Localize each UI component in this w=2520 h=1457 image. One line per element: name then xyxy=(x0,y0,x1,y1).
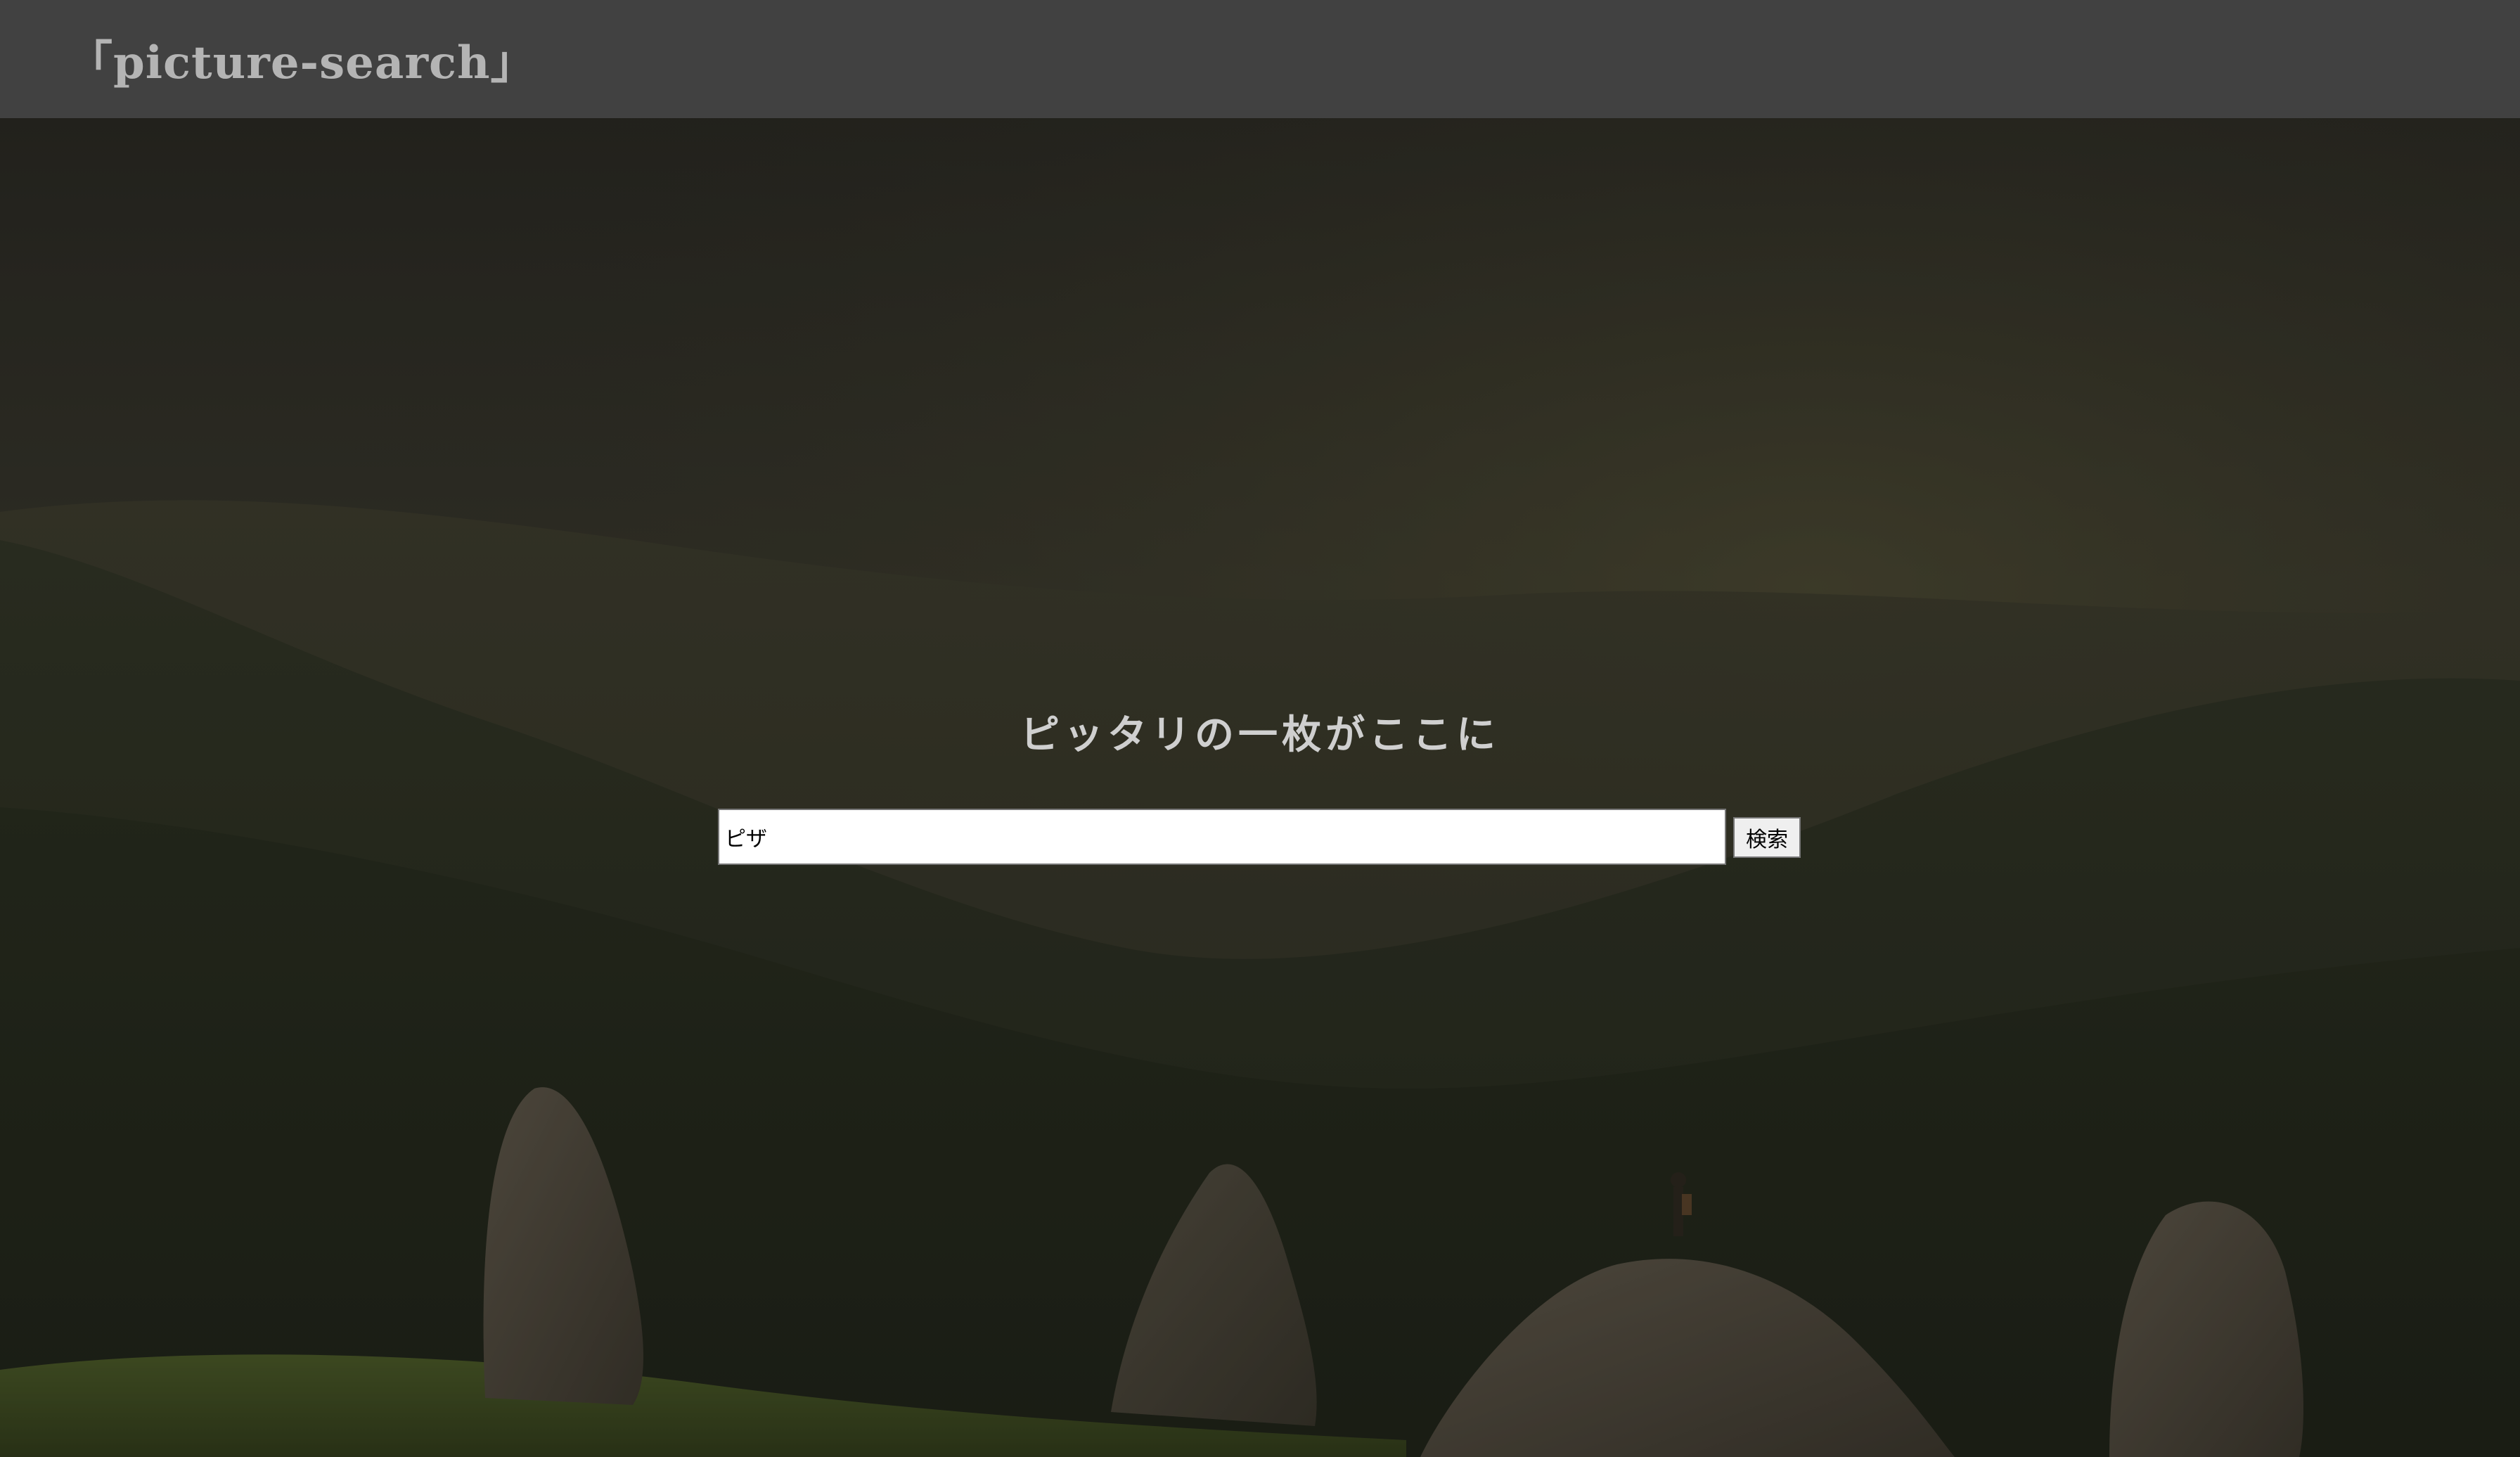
dark-overlay xyxy=(0,118,2520,1457)
site-logo[interactable]: 「picture-search」 xyxy=(68,27,536,91)
hero-tagline: ピッタリの一枚がここに xyxy=(1020,712,1500,758)
search-input[interactable] xyxy=(718,809,1726,865)
page: 「picture-search」 ピッタリの一枚がここに ピザ 検索 xyxy=(0,0,2520,1457)
hero-background-image xyxy=(0,118,2520,1457)
search-button[interactable]: 検索 xyxy=(1733,817,1801,858)
header-bar: 「picture-search」 xyxy=(0,0,2520,118)
